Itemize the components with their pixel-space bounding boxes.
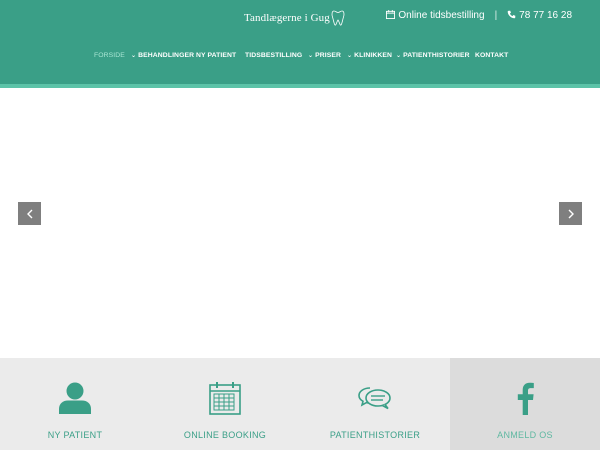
chevron-right-icon xyxy=(568,209,574,218)
nav-label: KLINIKKEN xyxy=(354,52,393,59)
tile-label: PATIENTHISTORIER xyxy=(329,430,421,440)
calendar-icon xyxy=(209,382,241,415)
chevron-down-icon: ⌄ xyxy=(347,53,353,59)
logo-text: Tandlægerne i Gug xyxy=(244,12,330,24)
tooth-icon xyxy=(331,10,345,26)
nav-label: FORSIDE xyxy=(94,52,125,59)
main-nav: FORSIDE ⌄ BEHANDLINGER NY PATIENT TIDSBES… xyxy=(0,50,600,62)
contact-separator: | xyxy=(494,9,498,21)
site-header: Tandlægerne i Gug Online tidsbestilling … xyxy=(0,0,600,84)
hero-slider xyxy=(0,88,600,358)
header-contact: Online tidsbestilling | 78 77 16 28 xyxy=(386,8,572,22)
tile-patienthistorier[interactable]: PATIENTHISTORIER xyxy=(300,358,450,450)
nav-item-tidsbestilling[interactable]: TIDSBESTILLING xyxy=(245,50,302,62)
slider-prev-button[interactable] xyxy=(18,202,41,225)
nav-item-klinikken[interactable]: ⌄ KLINIKKEN xyxy=(347,50,392,62)
nav-label: NY PATIENT xyxy=(196,52,237,59)
nav-label: BEHANDLINGER xyxy=(138,52,195,59)
phone-link[interactable]: 78 77 16 28 xyxy=(507,10,572,21)
nav-label: PATIENTHISTORIER xyxy=(403,52,470,59)
nav-item-behandlinger[interactable]: ⌄ BEHANDLINGER xyxy=(131,50,194,62)
nav-label: TIDSBESTILLING xyxy=(245,52,303,59)
phone-number: 78 77 16 28 xyxy=(519,9,572,21)
feature-tiles: NY PATIENT ONLINE BOOKING PATIENTHISTORI… xyxy=(0,358,600,450)
chevron-down-icon: ⌄ xyxy=(308,53,314,59)
calendar-icon xyxy=(386,9,396,19)
nav-item-patienthistorier[interactable]: ⌄ PATIENTHISTORIER xyxy=(396,50,470,62)
nav-item-kontakt[interactable]: KONTAKT xyxy=(475,50,508,62)
chat-icon xyxy=(358,387,391,410)
user-icon xyxy=(59,382,91,414)
online-booking-link[interactable]: Online tidsbestilling xyxy=(386,9,485,21)
phone-icon xyxy=(507,10,516,18)
nav-item-forside[interactable]: FORSIDE xyxy=(94,50,125,62)
nav-item-ny-patient[interactable]: NY PATIENT xyxy=(196,50,236,62)
tile-online-booking[interactable]: ONLINE BOOKING xyxy=(150,358,300,450)
facebook-icon xyxy=(517,382,534,415)
nav-label: KONTAKT xyxy=(475,52,509,59)
online-booking-label: Online tidsbestilling xyxy=(398,9,485,21)
slider-next-button[interactable] xyxy=(559,202,582,225)
chevron-down-icon: ⌄ xyxy=(131,53,137,59)
tile-label: ANMELD OS xyxy=(497,430,553,440)
chevron-down-icon: ⌄ xyxy=(396,53,402,59)
tile-label: NY PATIENT xyxy=(47,430,103,440)
nav-label: PRISER xyxy=(315,52,342,59)
chevron-left-icon xyxy=(26,209,32,218)
tile-anmeld-os[interactable]: ANMELD OS xyxy=(450,358,600,450)
tile-label: ONLINE BOOKING xyxy=(183,430,267,440)
tile-ny-patient[interactable]: NY PATIENT xyxy=(0,358,150,450)
nav-item-priser[interactable]: ⌄ PRISER xyxy=(308,50,341,62)
site-logo[interactable]: Tandlægerne i Gug xyxy=(244,8,345,28)
